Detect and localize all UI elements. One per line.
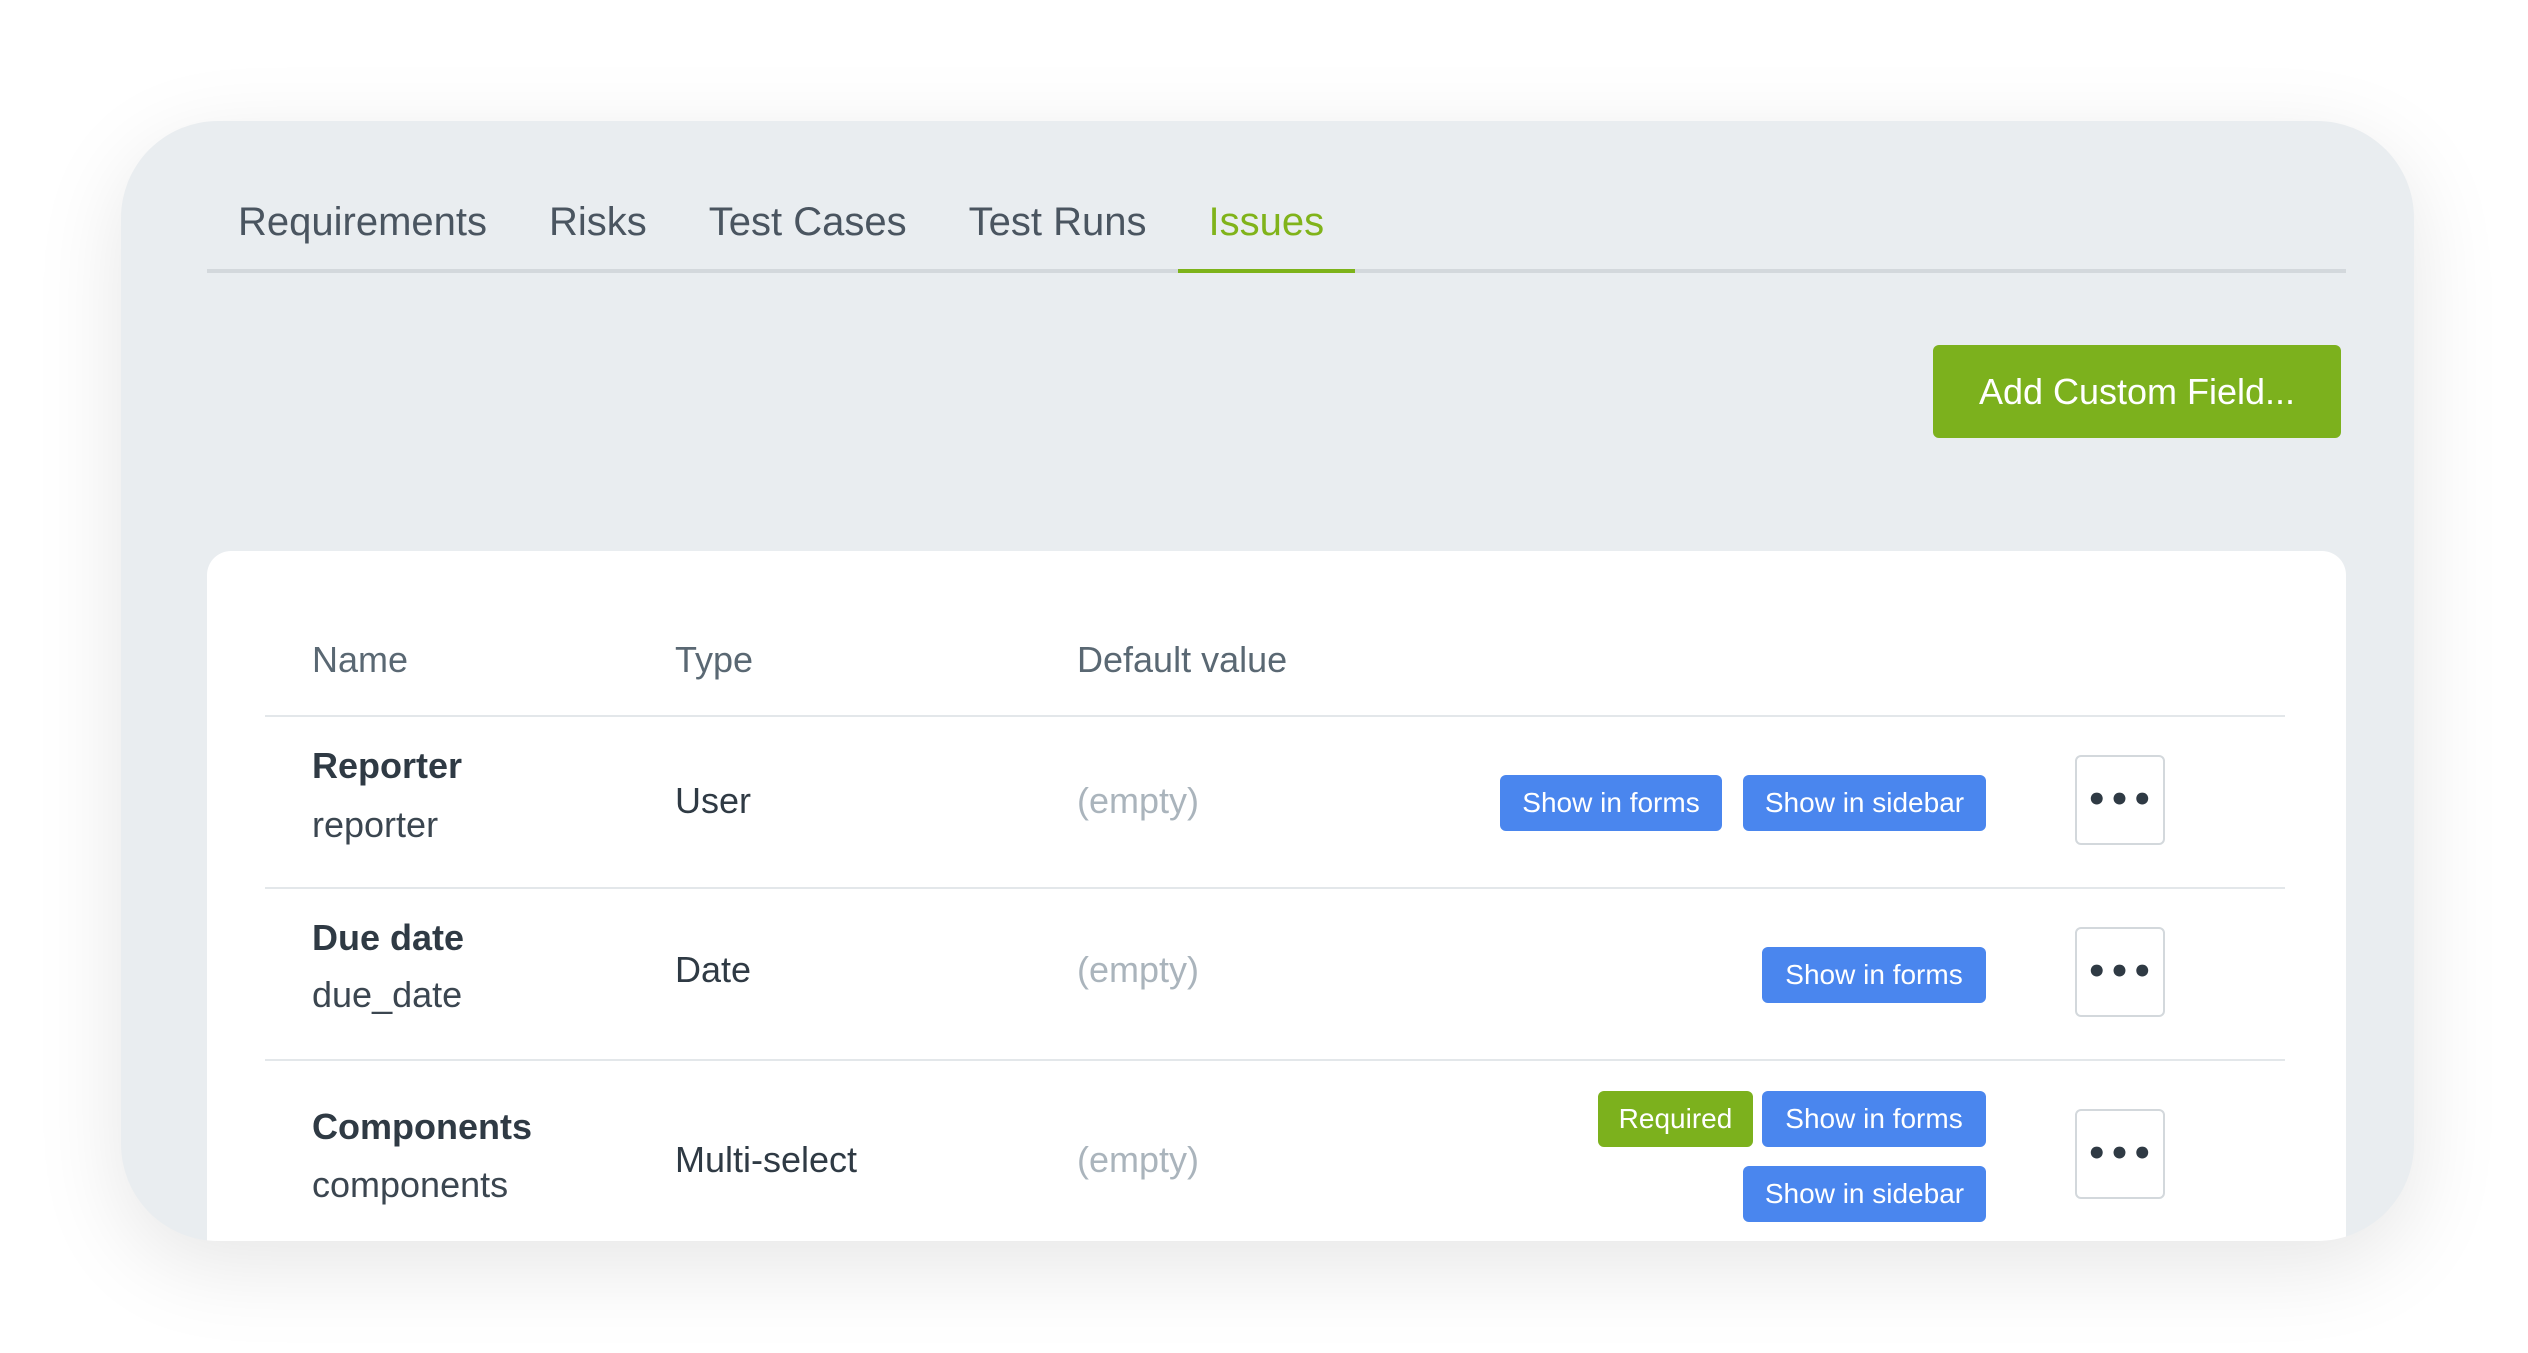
field-key: reporter (312, 804, 439, 845)
tab-issues[interactable]: Issues (1177, 176, 1356, 273)
table-row: Due date due_date Date (empty) Show in f… (265, 889, 2285, 1061)
ellipsis-icon: ••• (2085, 780, 2155, 820)
field-default-value: (empty) (1077, 1139, 1200, 1180)
row-more-button[interactable]: ••• (2075, 755, 2165, 845)
show-in-forms-badge: Show in forms (1762, 947, 1986, 1003)
table-header: Name Type Default value (265, 611, 2285, 717)
column-header-type: Type (675, 639, 754, 680)
row-more-button[interactable]: ••• (2075, 1109, 2165, 1199)
required-badge: Required (1598, 1091, 1753, 1147)
field-type: Multi-select (675, 1139, 858, 1180)
show-in-sidebar-badge: Show in sidebar (1743, 775, 1986, 831)
add-custom-field-button[interactable]: Add Custom Field... (1933, 345, 2341, 438)
custom-fields-tabs: Requirements Risks Test Cases Test Runs … (207, 176, 2346, 273)
ellipsis-icon: ••• (2085, 1134, 2155, 1174)
settings-card: Requirements Risks Test Cases Test Runs … (121, 121, 2414, 1241)
custom-fields-table: Name Type Default value Reporter reporte… (207, 551, 2346, 1241)
column-header-name: Name (312, 639, 409, 680)
tab-test-runs[interactable]: Test Runs (938, 176, 1178, 273)
table-row: Components components Multi-select (empt… (265, 1061, 2285, 1241)
show-in-sidebar-badge: Show in sidebar (1743, 1166, 1986, 1222)
show-in-forms-badge: Show in forms (1762, 1091, 1986, 1147)
field-type: Date (675, 949, 752, 990)
column-header-default: Default value (1077, 639, 1288, 680)
show-in-forms-badge: Show in forms (1500, 775, 1722, 831)
field-name: Components (312, 1106, 532, 1147)
row-more-button[interactable]: ••• (2075, 927, 2165, 1017)
field-key: components (312, 1164, 509, 1205)
tab-test-cases[interactable]: Test Cases (678, 176, 938, 273)
field-type: User (675, 780, 752, 821)
field-key: due_date (312, 974, 463, 1015)
field-default-value: (empty) (1077, 780, 1200, 821)
tab-requirements[interactable]: Requirements (207, 176, 518, 273)
field-name: Reporter (312, 745, 463, 786)
field-default-value: (empty) (1077, 949, 1200, 990)
field-name: Due date (312, 917, 465, 958)
ellipsis-icon: ••• (2085, 952, 2155, 992)
table-row: Reporter reporter User (empty) Show in f… (265, 717, 2285, 889)
tab-risks[interactable]: Risks (518, 176, 678, 273)
